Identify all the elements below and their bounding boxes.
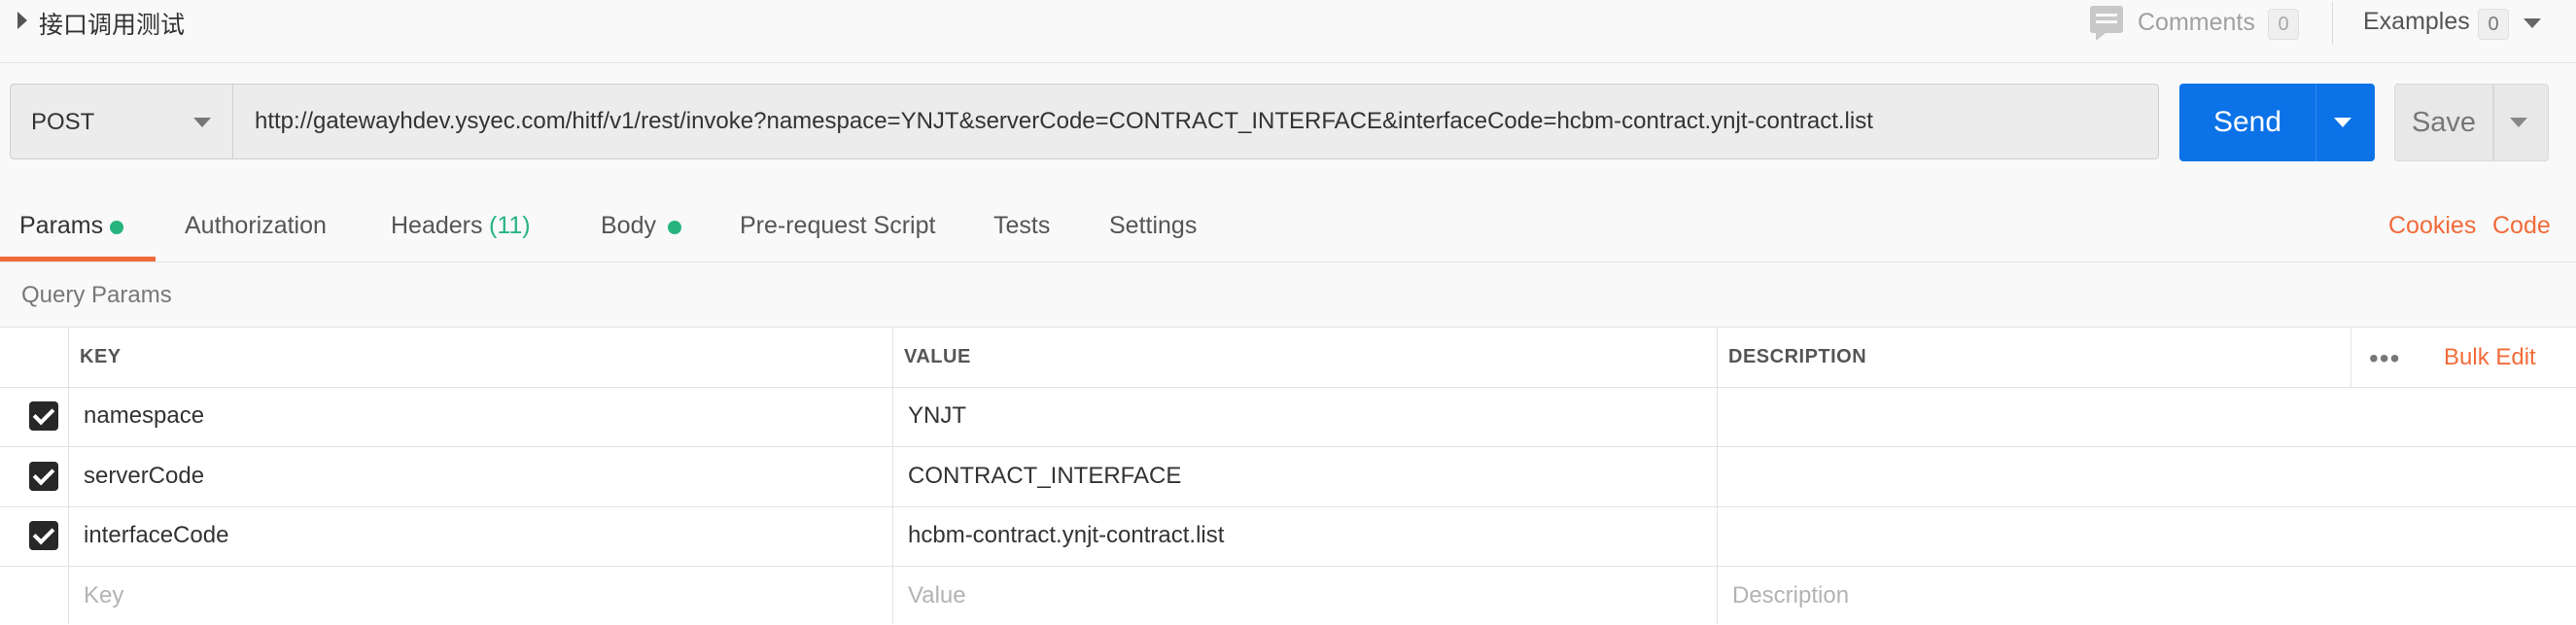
column-divider — [2350, 327, 2351, 387]
chevron-down-icon[interactable] — [193, 118, 211, 127]
examples-count-badge: 0 — [2478, 9, 2509, 40]
new-key-input[interactable]: Key — [84, 582, 123, 609]
examples-button[interactable]: Examples — [2363, 8, 2470, 36]
cookies-link[interactable]: Cookies — [2388, 212, 2476, 240]
method-label[interactable]: POST — [31, 109, 94, 136]
chevron-down-icon[interactable] — [2510, 118, 2527, 127]
request-title[interactable]: 接口调用测试 — [39, 6, 185, 41]
url-input[interactable]: http://gatewayhdev.ysyec.com/hitf/v1/res… — [233, 84, 2159, 159]
column-divider — [68, 327, 69, 624]
table-divider — [0, 446, 2576, 447]
param-key-cell[interactable]: namespace — [84, 402, 204, 430]
column-divider — [892, 327, 893, 624]
comment-icon[interactable] — [2090, 6, 2123, 41]
param-key-cell[interactable]: serverCode — [84, 463, 204, 490]
param-value-cell[interactable]: hcbm-contract.ynjt-contract.list — [908, 522, 1224, 549]
code-link[interactable]: Code — [2492, 212, 2551, 240]
active-tab-indicator — [0, 257, 156, 261]
new-value-input[interactable]: Value — [908, 582, 966, 609]
params-table — [0, 327, 2576, 625]
tab-pre-request-script[interactable]: Pre-request Script — [740, 212, 935, 240]
comments-count-badge: 0 — [2268, 9, 2299, 40]
param-key-cell[interactable]: interfaceCode — [84, 522, 228, 549]
save-button[interactable]: Save — [2394, 84, 2493, 161]
column-header-description: DESCRIPTION — [1728, 346, 1867, 367]
comments-button[interactable]: Comments — [2138, 9, 2255, 37]
chevron-down-icon[interactable] — [2524, 18, 2541, 28]
request-tabs — [0, 183, 2576, 262]
tab-settings[interactable]: Settings — [1109, 212, 1197, 240]
checkbox-checked-icon[interactable] — [29, 521, 58, 550]
checkbox-checked-icon[interactable] — [29, 462, 58, 491]
column-header-key: KEY — [80, 346, 122, 367]
chevron-down-icon[interactable] — [2334, 118, 2351, 127]
new-description-input[interactable]: Description — [1732, 582, 1849, 609]
body-status-dot — [668, 221, 681, 234]
caret-right-icon[interactable] — [17, 12, 27, 29]
send-button[interactable]: Send — [2179, 84, 2315, 161]
column-divider — [1717, 327, 1718, 624]
tab-authorization[interactable]: Authorization — [185, 212, 327, 240]
table-divider — [0, 506, 2576, 507]
column-header-value: VALUE — [904, 346, 971, 367]
params-status-dot — [110, 221, 123, 234]
param-value-cell[interactable]: CONTRACT_INTERFACE — [908, 463, 1181, 490]
tab-headers[interactable]: Headers — [391, 212, 483, 240]
table-divider — [0, 387, 2576, 388]
checkbox-checked-icon[interactable] — [29, 401, 58, 431]
table-divider — [0, 566, 2576, 567]
headers-count: (11) — [489, 212, 531, 239]
header-divider — [2332, 2, 2333, 45]
bulk-edit-link[interactable]: Bulk Edit — [2444, 344, 2536, 371]
query-params-title: Query Params — [21, 282, 172, 308]
more-icon[interactable]: ••• — [2369, 343, 2400, 374]
tab-params[interactable]: Params — [19, 212, 103, 240]
tab-tests[interactable]: Tests — [993, 212, 1050, 240]
tab-body[interactable]: Body — [601, 212, 656, 240]
param-value-cell[interactable]: YNJT — [908, 402, 966, 430]
